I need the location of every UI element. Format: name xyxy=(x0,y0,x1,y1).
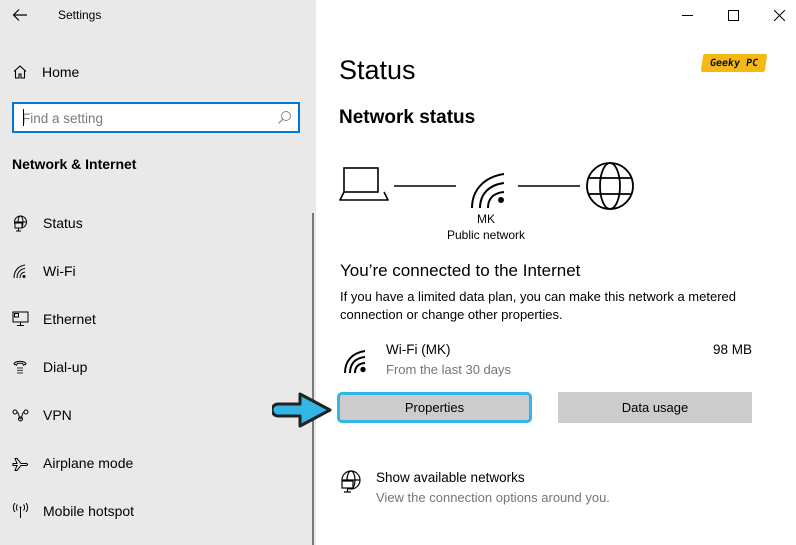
sidebar-item-label: Mobile hotspot xyxy=(43,503,135,519)
globe-monitor-icon xyxy=(11,214,29,232)
maximize-icon xyxy=(727,9,739,21)
sidebar: Settings Home Network & Internet Status … xyxy=(0,0,316,545)
sidebar-item-ethernet[interactable]: Ethernet xyxy=(0,299,312,339)
data-usage-button[interactable]: Data usage xyxy=(558,392,752,423)
close-button[interactable] xyxy=(756,0,796,30)
search-input[interactable] xyxy=(22,109,272,127)
network-name: MK xyxy=(477,212,495,226)
sidebar-item-label: Status xyxy=(43,215,83,231)
search-box[interactable] xyxy=(12,102,300,133)
sidebar-item-status[interactable]: Status xyxy=(0,203,312,243)
wifi-icon xyxy=(344,350,366,374)
network-type: Public network xyxy=(446,228,526,242)
laptop-icon xyxy=(339,167,389,201)
close-icon xyxy=(773,9,785,21)
phone-icon xyxy=(11,358,29,376)
show-networks-title: Show available networks xyxy=(376,470,525,485)
hotspot-icon xyxy=(11,502,29,520)
connection-period: From the last 30 days xyxy=(386,362,511,377)
vpn-icon xyxy=(11,406,29,424)
section-heading: Network & Internet xyxy=(12,156,137,172)
page-title: Status xyxy=(339,55,416,85)
sidebar-item-vpn[interactable]: VPN xyxy=(0,395,312,435)
wifi-icon xyxy=(11,262,29,280)
back-button[interactable] xyxy=(8,4,32,26)
sidebar-item-dialup[interactable]: Dial-up xyxy=(0,347,312,387)
sidebar-item-label: Airplane mode xyxy=(43,455,134,471)
globe-monitor-icon xyxy=(341,470,361,493)
main-content: Status Geeky PC Network status MK Public… xyxy=(316,0,796,545)
connection-status-heading: You’re connected to the Internet xyxy=(340,261,581,280)
sidebar-item-wifi[interactable]: Wi-Fi xyxy=(0,251,312,291)
sidebar-item-label: Dial-up xyxy=(43,359,88,375)
properties-button[interactable]: Properties xyxy=(337,392,532,423)
wifi-icon xyxy=(471,173,505,209)
search-icon[interactable] xyxy=(277,110,292,125)
maximize-button[interactable] xyxy=(710,0,756,30)
show-available-networks-link[interactable]: Show available networks View the connect… xyxy=(340,468,670,508)
back-arrow-icon xyxy=(12,9,27,21)
ethernet-icon xyxy=(11,310,29,328)
connection-name: Wi-Fi (MK) xyxy=(386,342,451,357)
watermark-logo: Geeky PC xyxy=(700,54,768,72)
network-label: MK Public network xyxy=(446,211,526,243)
globe-icon xyxy=(586,162,634,210)
pointer-arrow-annotation xyxy=(272,392,332,428)
connection-description: If you have a limited data plan, you can… xyxy=(340,289,736,322)
home-label: Home xyxy=(42,64,80,80)
app-title: Settings xyxy=(58,8,102,22)
home-icon xyxy=(13,65,27,79)
sidebar-item-label: Wi-Fi xyxy=(43,263,76,279)
text-caret xyxy=(23,109,24,126)
sidebar-item-mobile-hotspot[interactable]: Mobile hotspot xyxy=(0,491,312,531)
sidebar-scrollbar[interactable] xyxy=(312,213,314,545)
data-usage-amount: 98 MB xyxy=(712,342,752,357)
sidebar-item-label: VPN xyxy=(43,407,72,423)
airplane-icon xyxy=(11,454,29,472)
title-bar: Settings xyxy=(0,0,316,30)
sidebar-item-home[interactable]: Home xyxy=(12,62,79,82)
network-status-heading: Network status xyxy=(339,107,476,128)
sidebar-item-label: Ethernet xyxy=(43,311,96,327)
show-networks-subtitle: View the connection options around you. xyxy=(376,490,610,505)
connection-item: Wi-Fi (MK) From the last 30 days 98 MB xyxy=(340,340,752,380)
sidebar-item-airplane-mode[interactable]: Airplane mode xyxy=(0,443,312,483)
minimize-button[interactable] xyxy=(664,0,710,30)
minimize-icon xyxy=(681,14,693,16)
